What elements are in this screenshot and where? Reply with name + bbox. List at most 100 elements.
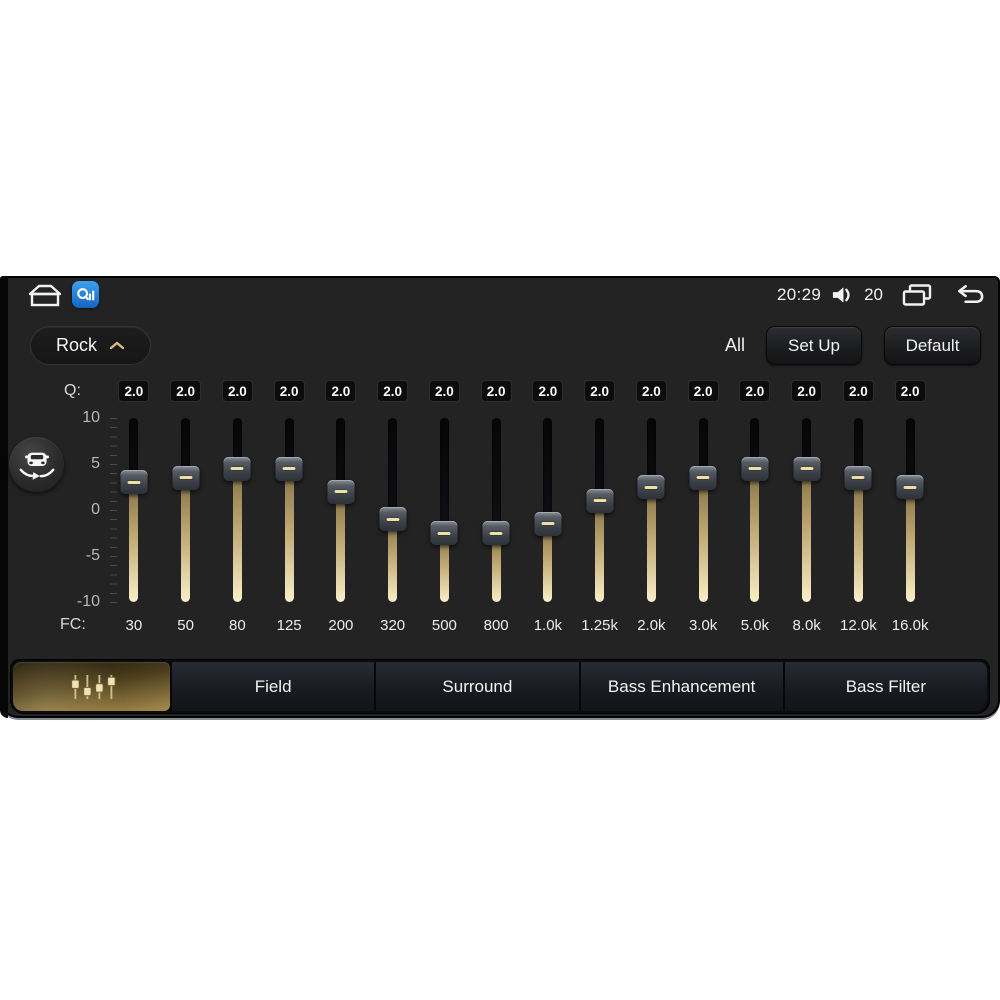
q-value-5.0k[interactable]: 2.0 (739, 380, 771, 402)
slider-track (336, 418, 346, 602)
slider-handle-5.0k[interactable] (741, 456, 769, 481)
eq-band-slider-5.0k[interactable] (741, 418, 769, 602)
frequency-labels-row: 30 50 80 125 200 320 500 800 1.0k 1.25k 2.0k 3.0k 5.… (108, 614, 936, 636)
eq-band-slider-320[interactable] (379, 418, 407, 602)
slider-fill (750, 468, 760, 602)
head-unit-screen: 20:29 20 Rock All Set Up Default Q: FC: … (0, 276, 1000, 718)
fc-cell: 500 (419, 614, 471, 636)
gain-scale-label: -5 (85, 547, 100, 564)
slider-cell (884, 418, 936, 602)
slider-handle-320[interactable] (379, 507, 407, 532)
eq-band-slider-1.25k[interactable] (586, 418, 614, 602)
eq-band-slider-2.0k[interactable] (637, 418, 665, 602)
slider-fill (853, 477, 863, 602)
slider-handle-30[interactable] (120, 470, 148, 495)
eq-band-slider-80[interactable] (223, 418, 251, 602)
slider-cell (729, 418, 781, 602)
eq-band-slider-30[interactable] (120, 418, 148, 602)
eq-band-slider-125[interactable] (275, 418, 303, 602)
slider-handle-200[interactable] (327, 479, 355, 504)
all-label: All (724, 335, 745, 355)
slider-cell (470, 418, 522, 602)
eq-band-slider-500[interactable] (430, 418, 458, 602)
q-cell: 2.0 (212, 379, 264, 403)
q-value-125[interactable]: 2.0 (273, 380, 305, 402)
q-value-1.0k[interactable]: 2.0 (532, 380, 564, 402)
q-value-30[interactable]: 2.0 (118, 380, 150, 402)
eq-app-shortcut[interactable] (72, 281, 99, 308)
fc-cell: 800 (470, 614, 522, 636)
volume-icon (831, 285, 854, 305)
slider-cell (263, 418, 315, 602)
q-value-1.25k[interactable]: 2.0 (584, 380, 616, 402)
q-value-200[interactable]: 2.0 (325, 380, 357, 402)
slider-handle-16.0k[interactable] (896, 475, 924, 499)
slider-handle-12.0k[interactable] (844, 465, 872, 490)
slider-fill (595, 500, 605, 602)
tab-equalizer[interactable] (13, 662, 170, 711)
eq-band-slider-16.0k[interactable] (896, 418, 924, 602)
eq-band-slider-1.0k[interactable] (534, 418, 562, 602)
preset-dropdown[interactable]: Rock (30, 326, 151, 365)
slider-handle-50[interactable] (172, 465, 200, 490)
freq-label-320: 320 (380, 616, 406, 634)
listening-position-button[interactable] (9, 437, 64, 492)
fc-cell: 5.0k (729, 614, 781, 636)
tab-surround[interactable]: Surround (374, 662, 579, 711)
slider-handle-8.0k[interactable] (793, 456, 821, 481)
q-value-2.0k[interactable]: 2.0 (635, 380, 667, 402)
fc-cell: 2.0k (626, 614, 678, 636)
q-value-320[interactable]: 2.0 (377, 380, 409, 402)
slider-handle-3.0k[interactable] (689, 465, 717, 490)
status-bar: 20:29 20 (0, 276, 1000, 314)
slider-fill (698, 477, 708, 602)
slider-cell (160, 418, 212, 602)
slider-fill (388, 519, 398, 602)
q-value-50[interactable]: 2.0 (170, 380, 202, 402)
volume-level: 20 (864, 285, 883, 304)
home-button[interactable] (26, 282, 64, 309)
eq-band-slider-800[interactable] (482, 418, 510, 602)
q-value-500[interactable]: 2.0 (428, 380, 460, 402)
fc-cell: 50 (160, 614, 212, 636)
default-button[interactable]: Default (884, 326, 981, 365)
tab-field[interactable]: Field (170, 662, 375, 711)
back-button[interactable] (953, 284, 986, 306)
back-arrow-icon (958, 285, 984, 304)
slider-cell (522, 418, 574, 602)
q-value-800[interactable]: 2.0 (480, 380, 512, 402)
eq-band-slider-8.0k[interactable] (793, 418, 821, 602)
q-cell: 2.0 (626, 379, 678, 403)
freq-label-125: 125 (276, 616, 302, 634)
q-value-16.0k[interactable]: 2.0 (894, 380, 926, 402)
home-icon (28, 284, 62, 307)
slider-track (491, 418, 501, 602)
slider-track (439, 418, 449, 602)
q-value-3.0k[interactable]: 2.0 (687, 380, 719, 402)
freq-label-5.0k: 5.0k (740, 616, 770, 634)
slider-handle-125[interactable] (275, 456, 303, 481)
slider-handle-800[interactable] (482, 521, 510, 545)
slider-handle-500[interactable] (430, 521, 458, 545)
q-value-12.0k[interactable]: 2.0 (842, 380, 874, 402)
slider-handle-2.0k[interactable] (637, 475, 665, 499)
slider-handle-marker (800, 467, 814, 471)
fc-cell: 1.25k (574, 614, 626, 636)
q-cell: 2.0 (367, 379, 419, 403)
eq-band-slider-12.0k[interactable] (844, 418, 872, 602)
eq-band-slider-3.0k[interactable] (689, 418, 717, 602)
slider-handle-80[interactable] (223, 456, 251, 481)
tab-bass-enhancement[interactable]: Bass Enhancement (578, 662, 783, 711)
q-value-8.0k[interactable]: 2.0 (791, 380, 823, 402)
setup-button[interactable]: Set Up (766, 326, 862, 365)
q-value-80[interactable]: 2.0 (221, 380, 253, 402)
eq-band-slider-200[interactable] (327, 418, 355, 602)
tab-bass-filter[interactable]: Bass Filter (782, 662, 987, 711)
slider-fill (646, 487, 656, 602)
freq-label-80: 80 (229, 616, 246, 634)
slider-handle-1.25k[interactable] (586, 488, 614, 513)
eq-band-slider-50[interactable] (172, 418, 200, 602)
slider-handle-1.0k[interactable] (534, 511, 562, 536)
recent-apps-button[interactable] (901, 283, 933, 308)
slider-cell (626, 418, 678, 602)
